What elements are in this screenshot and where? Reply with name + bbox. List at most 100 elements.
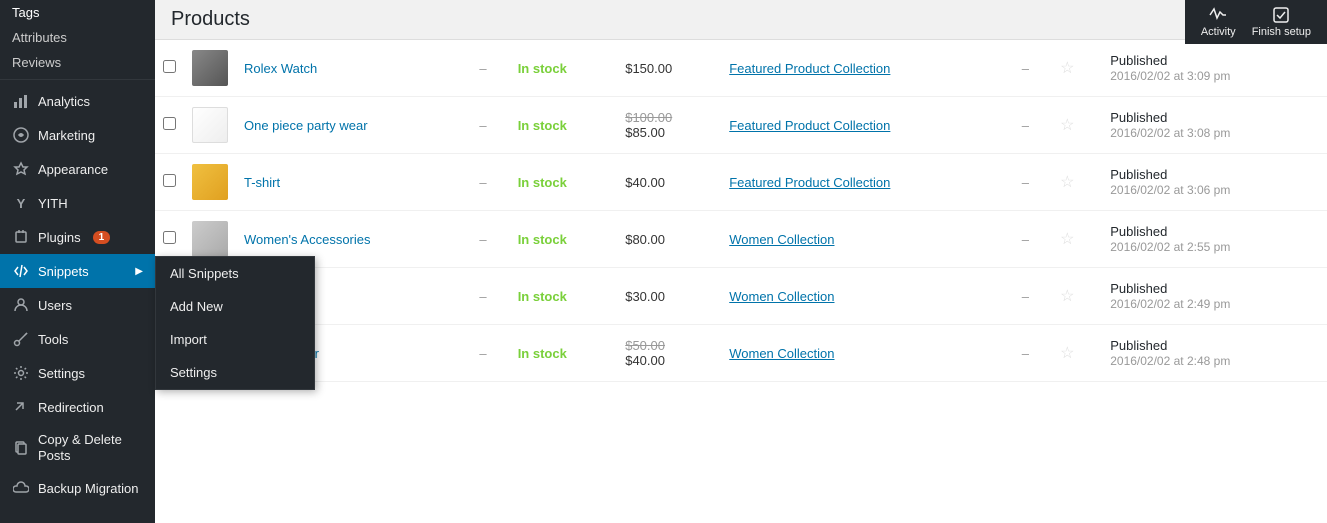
sidebar-item-users[interactable]: Users xyxy=(0,288,155,322)
product-tags-cell: – xyxy=(1014,325,1052,382)
activity-button[interactable]: Activity xyxy=(1201,6,1236,38)
row-checkbox-cell xyxy=(155,40,184,97)
sidebar-item-appearance[interactable]: Appearance xyxy=(0,152,155,186)
product-name-link[interactable]: One piece party wear xyxy=(244,118,368,133)
table-row: One piece party wear – In stock $100.00$… xyxy=(155,97,1327,154)
snippets-import[interactable]: Import xyxy=(156,323,314,356)
product-category-cell: Featured Product Collection xyxy=(721,40,1014,97)
product-star-cell: ☆ xyxy=(1052,268,1102,325)
product-price-cell: $80.00 xyxy=(617,211,721,268)
product-status-cell: Published 2016/02/02 at 2:48 pm xyxy=(1102,325,1327,382)
sidebar-item-tools[interactable]: Tools xyxy=(0,322,155,356)
product-sku-cell: – xyxy=(471,211,509,268)
product-category-link[interactable]: Women Collection xyxy=(729,289,834,304)
product-star-cell: ☆ xyxy=(1052,211,1102,268)
row-checkbox[interactable] xyxy=(163,174,176,187)
product-category-link[interactable]: Featured Product Collection xyxy=(729,61,890,76)
product-image xyxy=(192,107,228,143)
star-icon[interactable]: ☆ xyxy=(1060,231,1074,248)
product-tags-cell: – xyxy=(1014,40,1052,97)
sidebar-item-marketing[interactable]: Marketing xyxy=(0,118,155,152)
sidebar-item-copy-delete-posts[interactable]: Copy & Delete Posts xyxy=(0,424,155,471)
product-name-link[interactable]: Women's Accessories xyxy=(244,232,371,247)
product-name-cell: One piece party wear xyxy=(236,97,471,154)
product-status-cell: Published 2016/02/02 at 2:55 pm xyxy=(1102,211,1327,268)
table-row: Rolex Watch – In stock $150.00 Featured … xyxy=(155,40,1327,97)
sidebar-item-analytics[interactable]: Analytics xyxy=(0,84,155,118)
sidebar-item-backup-migration[interactable]: Backup Migration xyxy=(0,471,155,505)
row-checkbox[interactable] xyxy=(163,231,176,244)
star-icon[interactable]: ☆ xyxy=(1060,288,1074,305)
plugins-icon xyxy=(12,228,30,246)
star-icon[interactable]: ☆ xyxy=(1060,345,1074,362)
product-category-link[interactable]: Featured Product Collection xyxy=(729,175,890,190)
sidebar-item-yith[interactable]: Y YITH xyxy=(0,186,155,220)
product-stock-cell: In stock xyxy=(510,97,618,154)
product-star-cell: ☆ xyxy=(1052,325,1102,382)
product-image xyxy=(192,50,228,86)
product-status-cell: Published 2016/02/02 at 3:08 pm xyxy=(1102,97,1327,154)
product-stock-cell: In stock xyxy=(510,268,618,325)
sidebar-item-attributes[interactable]: Attributes xyxy=(0,25,155,50)
star-icon[interactable]: ☆ xyxy=(1060,117,1074,134)
sidebar-item-plugins[interactable]: Plugins 1 xyxy=(0,220,155,254)
tools-icon xyxy=(12,330,30,348)
sidebar-item-snippets[interactable]: Snippets ▶ xyxy=(0,254,155,288)
star-icon[interactable]: ☆ xyxy=(1060,60,1074,77)
snippets-settings[interactable]: Settings xyxy=(156,356,314,389)
marketing-label: Marketing xyxy=(38,128,95,143)
snippets-label: Snippets xyxy=(38,264,89,279)
product-category-link[interactable]: Women Collection xyxy=(729,232,834,247)
product-sku-cell: – xyxy=(471,97,509,154)
row-checkbox[interactable] xyxy=(163,117,176,130)
product-category-cell: Women Collection xyxy=(721,211,1014,268)
settings-icon xyxy=(12,364,30,382)
product-sku-cell: – xyxy=(471,268,509,325)
product-price-cell: $100.00$85.00 xyxy=(617,97,721,154)
marketing-icon xyxy=(12,126,30,144)
snippets-add-new[interactable]: Add New xyxy=(156,290,314,323)
product-image xyxy=(192,221,228,257)
products-table: Rolex Watch – In stock $150.00 Featured … xyxy=(155,40,1327,382)
redirection-icon xyxy=(12,398,30,416)
product-name-link[interactable]: T-shirt xyxy=(244,175,280,190)
page-header: Products xyxy=(155,0,1327,40)
star-icon[interactable]: ☆ xyxy=(1060,174,1074,191)
product-category-cell: Women Collection xyxy=(721,325,1014,382)
table-row: Women's Accessories – In stock $80.00 Wo… xyxy=(155,211,1327,268)
product-tags-cell: – xyxy=(1014,97,1052,154)
table-row: T-shirt – In stock $40.00 Featured Produ… xyxy=(155,154,1327,211)
sidebar-item-tags[interactable]: Tags xyxy=(0,0,155,25)
product-category-cell: Featured Product Collection xyxy=(721,154,1014,211)
sidebar: Tags Attributes Reviews Analytics Market… xyxy=(0,0,155,523)
product-category-link[interactable]: Featured Product Collection xyxy=(729,118,890,133)
product-category-link[interactable]: Women Collection xyxy=(729,346,834,361)
products-table-container[interactable]: Rolex Watch – In stock $150.00 Featured … xyxy=(155,40,1327,523)
analytics-label: Analytics xyxy=(38,94,90,109)
plugins-badge: 1 xyxy=(93,231,111,244)
snippets-cursor: ▶ xyxy=(135,266,143,277)
product-star-cell: ☆ xyxy=(1052,97,1102,154)
row-checkbox[interactable] xyxy=(163,60,176,73)
sidebar-item-settings[interactable]: Settings xyxy=(0,356,155,390)
finish-setup-button[interactable]: Finish setup xyxy=(1252,6,1311,38)
product-name-link[interactable]: Rolex Watch xyxy=(244,61,317,76)
settings-label: Settings xyxy=(38,366,85,381)
sidebar-item-redirection[interactable]: Redirection xyxy=(0,390,155,424)
product-tags-cell: – xyxy=(1014,154,1052,211)
backup-migration-label: Backup Migration xyxy=(38,481,138,496)
yith-label: YITH xyxy=(38,196,68,211)
product-sku-cell: – xyxy=(471,154,509,211)
product-price-cell: $150.00 xyxy=(617,40,721,97)
product-stock-cell: In stock xyxy=(510,211,618,268)
sidebar-item-reviews[interactable]: Reviews xyxy=(0,50,155,75)
page-title: Products xyxy=(171,8,1311,31)
snippets-all-snippets[interactable]: All Snippets xyxy=(156,257,314,290)
copy-delete-posts-icon xyxy=(12,439,30,457)
product-stock-cell: In stock xyxy=(510,154,618,211)
product-sku-cell: – xyxy=(471,40,509,97)
product-status-cell: Published 2016/02/02 at 3:06 pm xyxy=(1102,154,1327,211)
tools-label: Tools xyxy=(38,332,68,347)
product-star-cell: ☆ xyxy=(1052,154,1102,211)
product-name-cell: Rolex Watch xyxy=(236,40,471,97)
